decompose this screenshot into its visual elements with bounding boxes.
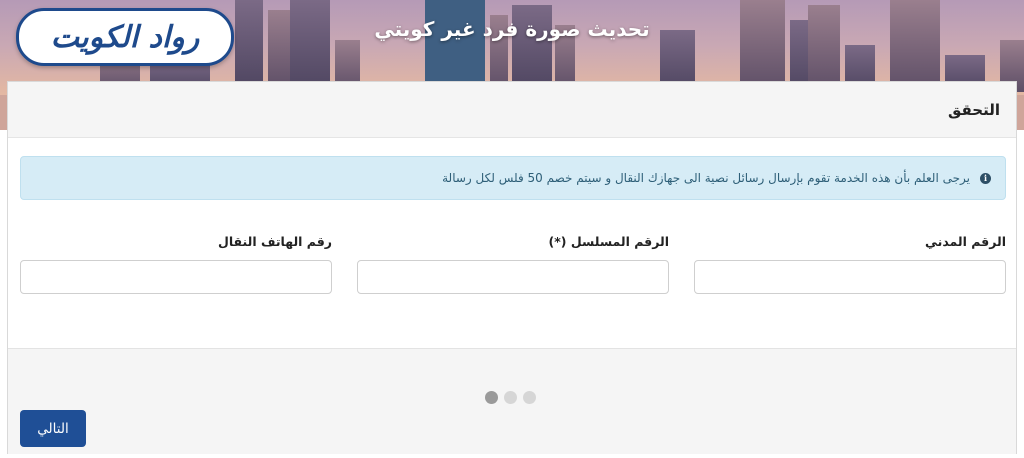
next-button[interactable]: التالي: [20, 410, 86, 447]
serial-number-input[interactable]: [357, 260, 669, 294]
serial-number-field: الرقم المسلسل (*): [357, 234, 669, 294]
civil-id-label: الرقم المدني: [924, 234, 1006, 249]
rawad-kuwait-logo[interactable]: رواد الكويت: [16, 8, 234, 66]
card-footer: التالي: [8, 348, 1016, 454]
step-dot-2: [504, 391, 517, 404]
info-alert: i يرجى العلم بأن هذه الخدمة تقوم بإرسال …: [20, 156, 1006, 200]
serial-number-label: الرقم المسلسل (*): [548, 234, 669, 249]
step-indicator: [485, 391, 536, 404]
step-dot-1: [485, 391, 498, 404]
logo-text: رواد الكويت: [50, 19, 200, 55]
card-header: التحقق: [8, 82, 1016, 138]
mobile-phone-label: رقم الهاتف النقال: [217, 234, 332, 249]
mobile-phone-field: رقم الهاتف النقال: [20, 234, 332, 294]
civil-id-field: الرقم المدني: [694, 234, 1006, 294]
card-title: التحقق: [947, 100, 1000, 119]
civil-id-input[interactable]: [694, 260, 1006, 294]
mobile-phone-input[interactable]: [20, 260, 332, 294]
alert-text: يرجى العلم بأن هذه الخدمة تقوم بإرسال رس…: [442, 171, 970, 185]
info-icon: i: [980, 172, 991, 184]
step-dot-3: [523, 391, 536, 404]
verification-card: التحقق i يرجى العلم بأن هذه الخدمة تقوم …: [7, 81, 1017, 454]
